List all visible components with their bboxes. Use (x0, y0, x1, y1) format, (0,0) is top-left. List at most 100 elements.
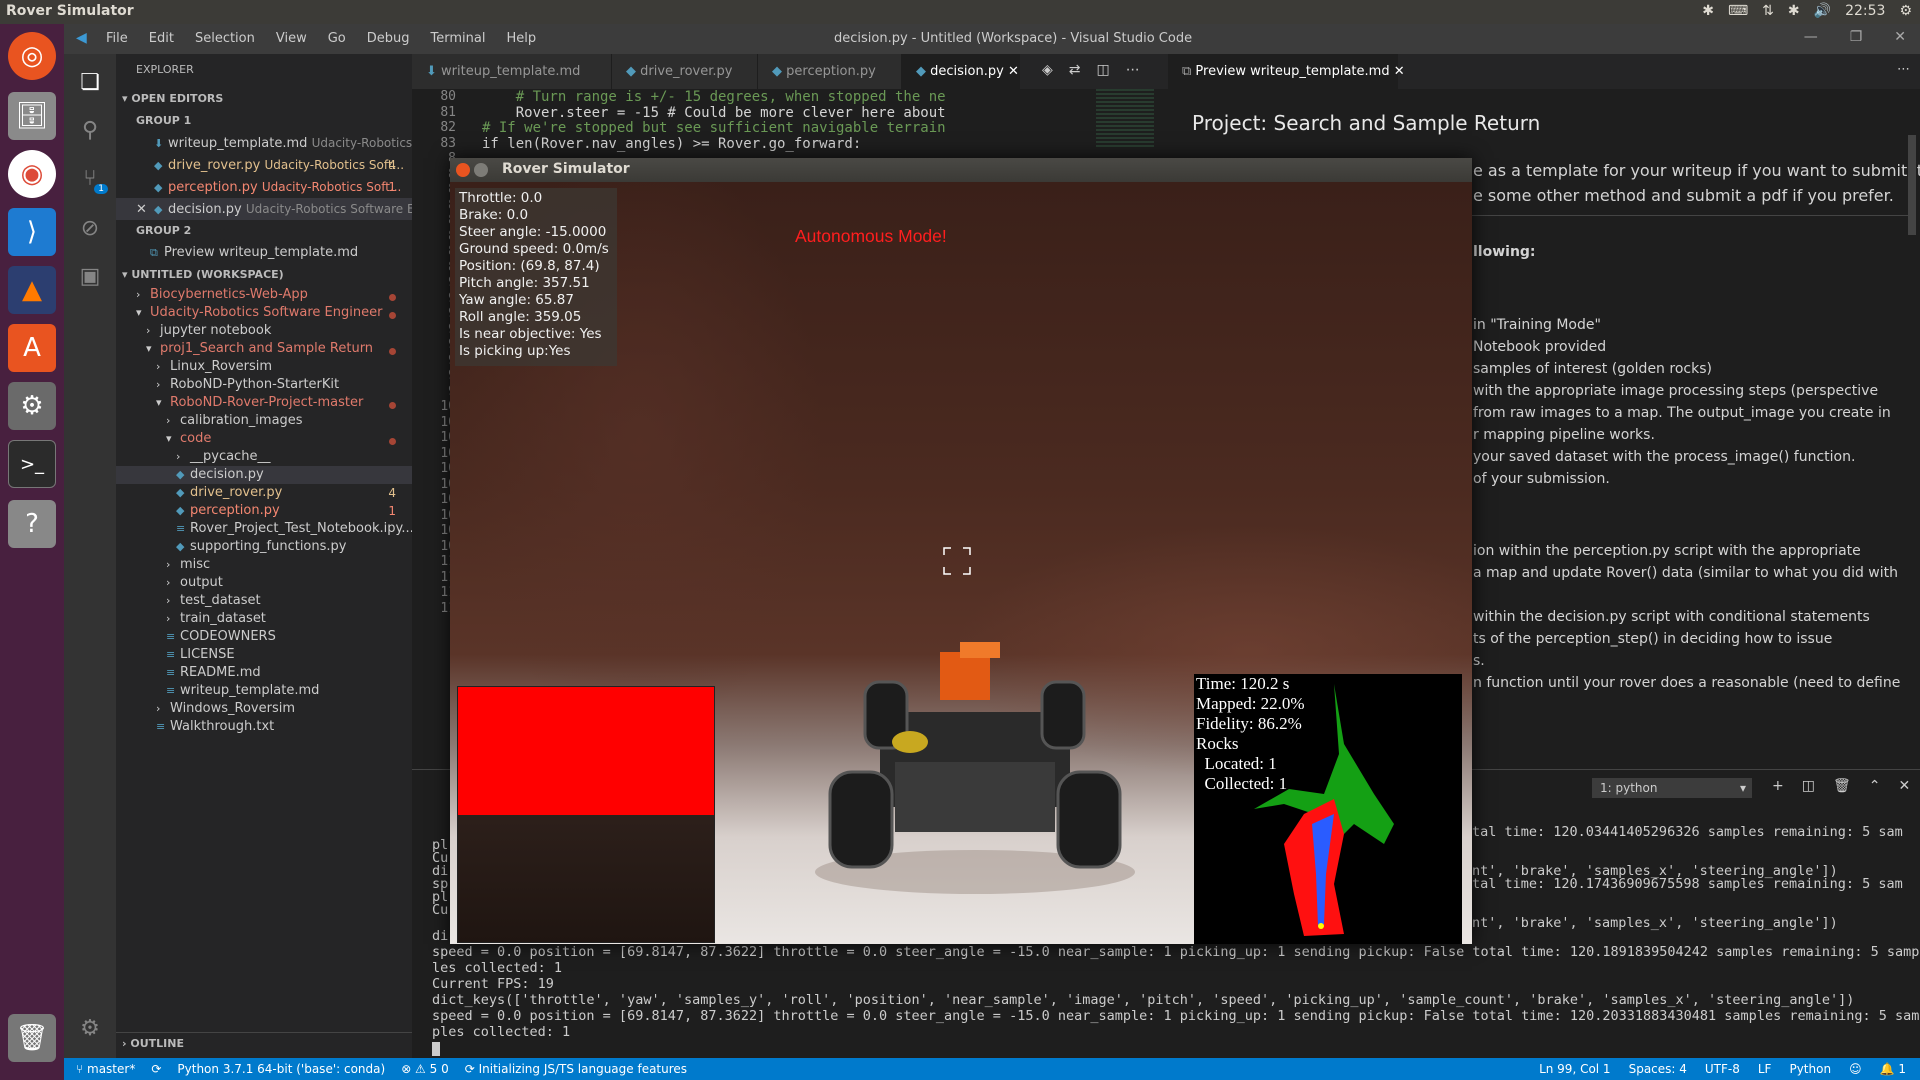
tree-item[interactable]: › train_dataset (116, 610, 412, 628)
system-settings-icon[interactable]: ⚙ (8, 382, 56, 430)
tab-decision[interactable]: ◆ decision.py ✕ (902, 54, 1020, 89)
tree-item[interactable]: ◆ supporting_functions.py (116, 538, 412, 556)
tree-item[interactable]: › Windows_Roversim (116, 700, 412, 718)
menu-selection[interactable]: Selection (195, 31, 255, 46)
simulator-viewport[interactable]: Throttle: 0.0 Brake: 0.0 Steer angle: -15.… (450, 182, 1472, 944)
close-tab-icon[interactable]: ✕ (1008, 64, 1019, 79)
menu-help[interactable]: Help (506, 31, 536, 46)
minimize-icon[interactable]: — (1804, 29, 1818, 45)
tab-drive-rover[interactable]: ◆ drive_rover.py (612, 54, 758, 89)
minimap[interactable] (1096, 89, 1154, 149)
menu-go[interactable]: Go (328, 31, 346, 46)
open-editors-section[interactable]: ▾ OPEN EDITORS (116, 88, 412, 110)
more-actions-icon[interactable]: ⋯ (1126, 62, 1140, 78)
software-center-icon[interactable]: A (8, 324, 56, 372)
settings-gear-icon[interactable]: ⚙ (1899, 3, 1912, 19)
close-panel-icon[interactable]: ✕ (1898, 778, 1910, 794)
git-compare-icon[interactable]: ◈ (1042, 62, 1053, 78)
tree-item[interactable]: ◆ perception.py 1 (116, 502, 412, 520)
rover-simulator-window[interactable]: Rover Simulator Throttle: 0.0 Brake: 0.0 S… (450, 158, 1472, 944)
menu-debug[interactable]: Debug (367, 31, 410, 46)
language-mode[interactable]: Python (1789, 1062, 1831, 1076)
tree-item[interactable]: ▾ RoboND-Rover-Project-master (116, 394, 412, 412)
split-terminal-icon[interactable]: ◫ (1802, 778, 1815, 794)
python-interpreter[interactable]: Python 3.7.1 64-bit ('base': conda) (177, 1062, 385, 1076)
tree-item[interactable]: › Linux_Roversim (116, 358, 412, 376)
volume-icon[interactable]: 🔊 (1814, 3, 1831, 19)
preview-scrollbar[interactable] (1908, 135, 1916, 235)
clock[interactable]: 22:53 (1845, 3, 1885, 19)
open-editor-preview[interactable]: ⧉ Preview writeup_template.md (116, 242, 412, 264)
close-window-icon[interactable] (456, 163, 470, 177)
tree-item[interactable]: › jupyter notebook (116, 322, 412, 340)
tree-item[interactable]: ≡ README.md (116, 664, 412, 682)
unknown-app-icon[interactable]: ? (8, 500, 56, 548)
tree-item[interactable]: ≡ Rover_Project_Test_Notebook.ipy... (116, 520, 412, 538)
tree-item[interactable]: ▾ code (116, 430, 412, 448)
bluetooth2-icon[interactable]: ✱ (1788, 3, 1800, 19)
tree-item[interactable]: ◆ drive_rover.py 4 (116, 484, 412, 502)
notifications[interactable]: 🔔 1 (1880, 1062, 1906, 1076)
close-icon[interactable]: ✕ (1894, 29, 1906, 45)
minimize-window-icon[interactable] (474, 163, 488, 177)
tree-item[interactable]: ▾ proj1_Search and Sample Return (116, 340, 412, 358)
line-ending[interactable]: LF (1758, 1062, 1772, 1076)
tab-writeup-template[interactable]: ⬇ writeup_template.md (412, 54, 612, 89)
terminal-icon[interactable]: >_ (8, 440, 56, 488)
tree-item[interactable]: ≡ writeup_template.md (116, 682, 412, 700)
menu-view[interactable]: View (276, 31, 307, 46)
feedback-icon[interactable]: ☺ (1849, 1062, 1862, 1076)
tree-item[interactable]: ≡ CODEOWNERS (116, 628, 412, 646)
new-terminal-icon[interactable]: + (1772, 778, 1784, 794)
git-branch[interactable]: ⑂ master* (76, 1062, 135, 1076)
explorer-icon[interactable]: ❏ (64, 58, 116, 106)
problems-indicator[interactable]: ⊗ ⚠ 5 0 (401, 1062, 449, 1076)
tree-item[interactable]: ≡ Walkthrough.txt (116, 718, 412, 736)
sync-icon[interactable]: ⟳ (151, 1062, 161, 1076)
open-editor-drive-rover[interactable]: ◆ drive_rover.py Udacity-Robotics Soft...… (116, 154, 412, 176)
menu-edit[interactable]: Edit (149, 31, 174, 46)
tree-item[interactable]: ▾ Udacity-Robotics Software Engineer (116, 304, 412, 322)
split-editor-icon[interactable]: ◫ (1097, 62, 1110, 78)
tree-item[interactable]: ◆ decision.py (116, 466, 412, 484)
trash-icon[interactable]: 🗑 (8, 1014, 56, 1062)
keyboard-icon[interactable]: ⌨ (1728, 3, 1748, 19)
terminal-selector[interactable]: 1: python ▾ (1592, 778, 1752, 798)
file-manager-icon[interactable]: 🗄 (8, 92, 56, 140)
tree-item[interactable]: ≡ LICENSE (116, 646, 412, 664)
extensions-icon[interactable]: ▣ (64, 252, 116, 300)
open-editor-decision[interactable]: ✕ ◆ decision.py Udacity-Robotics Software … (116, 198, 412, 220)
workspace-section[interactable]: ▾ UNTITLED (WORKSPACE) (116, 264, 412, 286)
tab-preview-writeup[interactable]: ⧉ Preview writeup_template.md ✕ (1168, 54, 1405, 89)
restore-icon[interactable]: ❐ (1850, 29, 1863, 45)
tab-perception[interactable]: ◆ perception.py (758, 54, 902, 89)
menu-terminal[interactable]: Terminal (431, 31, 486, 46)
chrome-icon[interactable]: ◉ (8, 150, 56, 198)
tree-item[interactable]: › __pycache__ (116, 448, 412, 466)
search-icon[interactable]: ⚲ (64, 106, 116, 154)
open-changes-icon[interactable]: ⇄ (1069, 62, 1081, 78)
network-icon[interactable]: ⇅ (1762, 3, 1774, 19)
bluetooth-icon[interactable]: ✱ (1702, 3, 1714, 19)
open-editor-writeup[interactable]: ⬇ writeup_template.md Udacity-Robotics ..… (116, 132, 412, 154)
matlab-icon[interactable]: ▲ (8, 266, 56, 314)
indentation[interactable]: Spaces: 4 (1629, 1062, 1687, 1076)
close-editor-icon[interactable]: ✕ (136, 199, 154, 220)
manage-gear-icon[interactable]: ⚙ (64, 1004, 116, 1052)
tree-item[interactable]: › output (116, 574, 412, 592)
simulator-titlebar[interactable]: Rover Simulator (450, 158, 1472, 182)
preview-more-icon[interactable]: ⋯ (1897, 62, 1910, 77)
tree-item[interactable]: › test_dataset (116, 592, 412, 610)
ubuntu-dash-icon[interactable]: ◎ (8, 32, 56, 80)
cursor-position[interactable]: Ln 99, Col 1 (1539, 1062, 1611, 1076)
source-control-icon[interactable]: ⑂ 1 (64, 154, 116, 202)
outline-section[interactable]: › OUTLINE (116, 1032, 412, 1054)
menu-file[interactable]: File (106, 31, 128, 46)
tree-item[interactable]: › RoboND-Python-StarterKit (116, 376, 412, 394)
maximize-panel-icon[interactable]: ⌃ (1869, 778, 1881, 794)
open-editor-perception[interactable]: ◆ perception.py Udacity-Robotics Soft... 1 (116, 176, 412, 198)
kill-terminal-icon[interactable]: 🗑 (1833, 778, 1851, 794)
close-tab-icon[interactable]: ✕ (1394, 64, 1405, 79)
tree-item[interactable]: › calibration_images (116, 412, 412, 430)
tree-item[interactable]: › Biocybernetics-Web-App (116, 286, 412, 304)
